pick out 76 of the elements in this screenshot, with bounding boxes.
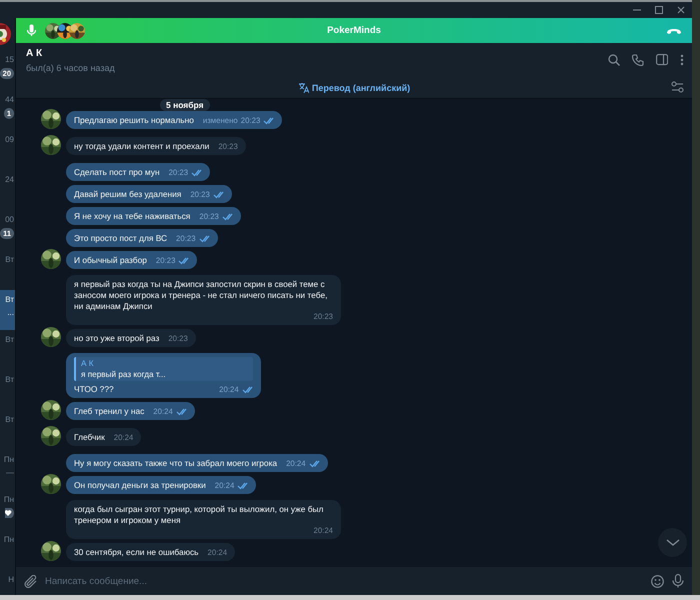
chat-row[interactable]: Пн — [0, 530, 15, 570]
read-ticks-icon — [242, 386, 253, 394]
chevron-down-icon — [666, 539, 680, 546]
message-text: Сделать пост про мун — [74, 167, 160, 178]
read-ticks-icon — [237, 482, 248, 490]
chat-preview: — — [6, 468, 14, 477]
attach-icon[interactable] — [24, 574, 37, 588]
chat-row[interactable]: Вт — [0, 330, 15, 370]
chat-row[interactable]: Вт — [0, 410, 15, 450]
maximize-icon[interactable] — [654, 5, 664, 15]
message-text: но это уже второй раз — [74, 333, 160, 344]
translate-button[interactable]: Перевод (английский) — [298, 82, 410, 93]
quote-author: А К — [81, 358, 95, 369]
date-label: 5 ноября — [160, 99, 210, 111]
message-text: я первый раз когда ты на Джипси запостил скрин в своей теме с заносом моего игрока и тренера - не стал ничего писать ни тебе, ни админам Джипси — [74, 279, 328, 312]
chat-time: 00 — [5, 215, 14, 224]
chat-time: 09 — [5, 135, 14, 144]
chat-preview: ... — [7, 308, 14, 317]
read-ticks-icon — [198, 235, 210, 243]
chat-time: Вт — [5, 375, 14, 384]
chat-row[interactable]: Вт — [0, 250, 15, 290]
chat-time: Вт — [5, 295, 14, 304]
call-title[interactable]: PokerMinds — [327, 25, 381, 36]
reply-quote[interactable]: А К я первый раз когда т... — [74, 357, 253, 381]
chat-time: Вт — [5, 255, 14, 264]
sidebar-icon[interactable] — [656, 54, 668, 66]
chat-row[interactable]: Пн — — [0, 450, 15, 490]
message-text: Ну я могу сказать также что ты забрал моего игрока — [74, 458, 278, 469]
message-field[interactable]: Написать сообщение... — [45, 572, 643, 590]
filter-icon[interactable] — [671, 81, 684, 93]
chat-row[interactable]: 24 — [0, 170, 15, 210]
microphone-icon[interactable] — [672, 574, 684, 588]
read-ticks-icon — [212, 191, 224, 199]
message-text: Глеб тренил у нас — [74, 406, 144, 417]
translate-icon — [298, 82, 309, 93]
read-ticks-icon — [176, 408, 187, 416]
chat-time: Вт — [5, 335, 14, 344]
phone-icon[interactable] — [632, 54, 644, 66]
message-text: Он получал деньги за тренировки — [74, 480, 206, 491]
heart-icon — [5, 508, 14, 518]
read-ticks-icon — [178, 257, 190, 265]
emoji-icon[interactable] — [651, 574, 664, 588]
last-seen-status: был(а) 6 часов назад — [26, 62, 115, 72]
message-text: ЧТОО ??? — [74, 384, 115, 395]
close-icon[interactable] — [676, 5, 686, 15]
message-text: Предлагаю решить нормально — [74, 115, 194, 126]
chat-time: 24 — [5, 175, 14, 184]
message-text: 30 сентября, если не ошибаюсь — [74, 547, 199, 558]
message-text: Это просто пост для ВС — [74, 233, 168, 244]
message-text: ну тогда удали контент и проехали — [74, 141, 210, 152]
search-icon[interactable] — [608, 54, 620, 66]
scroll-down-button[interactable] — [658, 528, 687, 557]
more-icon[interactable] — [680, 54, 684, 66]
chat-row[interactable]: Н — [0, 570, 15, 595]
chat-row[interactable]: Пн — [0, 490, 15, 530]
chat-time: Пн — [4, 535, 14, 544]
chat-row[interactable]: Вт — [0, 370, 15, 410]
read-ticks-icon — [222, 213, 233, 221]
chat-time: Пн — [4, 495, 14, 504]
chat-row[interactable]: Вт ... — [0, 290, 15, 330]
contact-name[interactable]: А К — [26, 48, 115, 58]
message-text: Давай решим без удаления — [74, 189, 182, 200]
chat-row[interactable]: 09 — [0, 130, 15, 170]
message-text: Глебчик — [74, 432, 105, 443]
chat-time: Вт — [5, 415, 14, 424]
message-text: когда был сыгран этот турнир, которой ты выложил, он уже был тренером и игроком у меня — [74, 504, 324, 526]
read-ticks-icon — [191, 169, 202, 177]
message-text: И обычный разбор — [74, 255, 147, 266]
chat-time: Пн — [4, 455, 14, 464]
chat-time: 15 — [5, 55, 14, 64]
read-ticks-icon — [263, 117, 274, 125]
chat-time: Н — [8, 575, 14, 584]
message-text: Я не хочу на тебе наживаться — [74, 211, 190, 222]
chat-time: 44 — [5, 95, 14, 104]
quote-text: я первый раз когда т... — [81, 369, 166, 380]
read-ticks-icon — [308, 460, 320, 468]
